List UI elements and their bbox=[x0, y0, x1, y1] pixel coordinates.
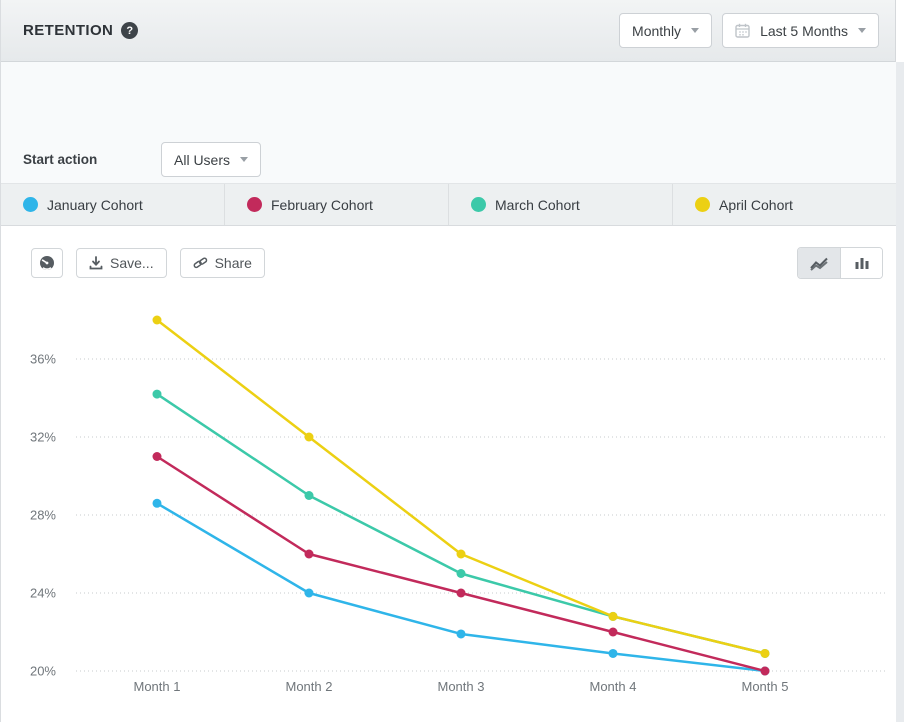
legend-dot bbox=[471, 197, 486, 212]
start-action-dropdown-value: All Users bbox=[174, 152, 230, 168]
x-axis-tick-label: Month 2 bbox=[286, 679, 333, 694]
start-action-label: Start action bbox=[23, 152, 161, 167]
granularity-dropdown-value: Monthly bbox=[632, 23, 681, 39]
data-point-march-cohort[interactable] bbox=[457, 569, 466, 578]
save-button[interactable]: Save... bbox=[76, 248, 167, 278]
data-point-april-cohort[interactable] bbox=[761, 649, 770, 658]
data-point-march-cohort[interactable] bbox=[305, 491, 314, 500]
data-point-april-cohort[interactable] bbox=[153, 316, 162, 325]
line-chart-icon bbox=[809, 256, 829, 271]
legend-dot bbox=[23, 197, 38, 212]
page-title: RETENTION bbox=[23, 22, 113, 39]
series-line-april-cohort bbox=[157, 320, 765, 653]
data-point-april-cohort[interactable] bbox=[305, 433, 314, 442]
chart-type-toggle bbox=[797, 247, 883, 279]
y-axis-tick-label: 20% bbox=[30, 664, 56, 679]
legend-label: March Cohort bbox=[495, 197, 580, 213]
y-axis-tick-label: 28% bbox=[30, 508, 56, 523]
retention-report-panel: RETENTION ? Monthly Last 5 Months bbox=[0, 0, 896, 722]
series-line-march-cohort bbox=[157, 394, 765, 653]
data-point-april-cohort[interactable] bbox=[457, 550, 466, 559]
legend-label: April Cohort bbox=[719, 197, 793, 213]
line-chart-toggle[interactable] bbox=[798, 248, 840, 278]
page-gutter bbox=[896, 62, 904, 722]
gauge-button[interactable] bbox=[31, 248, 63, 278]
x-axis-tick-label: Month 5 bbox=[742, 679, 789, 694]
series-line-january-cohort bbox=[157, 503, 765, 671]
legend-dot bbox=[247, 197, 262, 212]
x-axis-tick-label: Month 1 bbox=[134, 679, 181, 694]
download-icon bbox=[89, 256, 103, 270]
x-axis-tick-label: Month 4 bbox=[590, 679, 637, 694]
share-button[interactable]: Share bbox=[180, 248, 265, 278]
legend-item-march-cohort[interactable]: March Cohort bbox=[449, 184, 673, 225]
y-axis-tick-label: 36% bbox=[30, 352, 56, 367]
gauge-icon bbox=[39, 255, 55, 271]
legend-dot bbox=[695, 197, 710, 212]
chevron-down-icon bbox=[691, 28, 699, 33]
bar-chart-icon bbox=[854, 256, 870, 270]
link-icon bbox=[193, 256, 208, 270]
calendar-icon bbox=[735, 23, 750, 38]
share-button-label: Share bbox=[215, 255, 252, 271]
chevron-down-icon bbox=[858, 28, 866, 33]
y-axis-tick-label: 32% bbox=[30, 430, 56, 445]
legend-label: February Cohort bbox=[271, 197, 373, 213]
start-action-dropdown[interactable]: All Users bbox=[161, 142, 261, 177]
bar-chart-toggle[interactable] bbox=[840, 248, 882, 278]
data-point-february-cohort[interactable] bbox=[609, 628, 618, 637]
legend-item-april-cohort[interactable]: April Cohort bbox=[673, 184, 897, 225]
legend-item-january-cohort[interactable]: January Cohort bbox=[1, 184, 225, 225]
data-point-february-cohort[interactable] bbox=[153, 452, 162, 461]
save-button-label: Save... bbox=[110, 255, 154, 271]
date-range-dropdown[interactable]: Last 5 Months bbox=[722, 13, 879, 48]
data-point-january-cohort[interactable] bbox=[153, 499, 162, 508]
y-axis-tick-label: 24% bbox=[30, 586, 56, 601]
data-point-january-cohort[interactable] bbox=[457, 629, 466, 638]
granularity-dropdown[interactable]: Monthly bbox=[619, 13, 712, 48]
data-point-march-cohort[interactable] bbox=[153, 390, 162, 399]
data-point-february-cohort[interactable] bbox=[457, 589, 466, 598]
data-point-january-cohort[interactable] bbox=[609, 649, 618, 658]
retention-chart: 20% 24% 28% 32% 36% Month 1 Month 2 Month 3 Mont… bbox=[1, 290, 897, 720]
series-line-february-cohort bbox=[157, 457, 765, 672]
data-point-april-cohort[interactable] bbox=[609, 612, 618, 621]
data-point-february-cohort[interactable] bbox=[305, 550, 314, 559]
chart-toolbar: Save... Share bbox=[31, 248, 265, 278]
start-action-row: Start action All Users bbox=[23, 142, 261, 177]
data-point-february-cohort[interactable] bbox=[761, 667, 770, 676]
chart-section: Save... Share bbox=[1, 226, 897, 722]
help-icon[interactable]: ? bbox=[121, 22, 138, 39]
x-axis-tick-label: Month 3 bbox=[438, 679, 485, 694]
legend-item-february-cohort[interactable]: February Cohort bbox=[225, 184, 449, 225]
date-range-dropdown-value: Last 5 Months bbox=[760, 23, 848, 39]
legend-label: January Cohort bbox=[47, 197, 143, 213]
filters-section: Start action All Users Returning action … bbox=[1, 62, 897, 184]
data-point-january-cohort[interactable] bbox=[305, 589, 314, 598]
cohort-legend: January Cohort February Cohort March Coh… bbox=[1, 184, 897, 226]
report-header: RETENTION ? Monthly Last 5 Months bbox=[1, 0, 895, 62]
chevron-down-icon bbox=[240, 157, 248, 162]
